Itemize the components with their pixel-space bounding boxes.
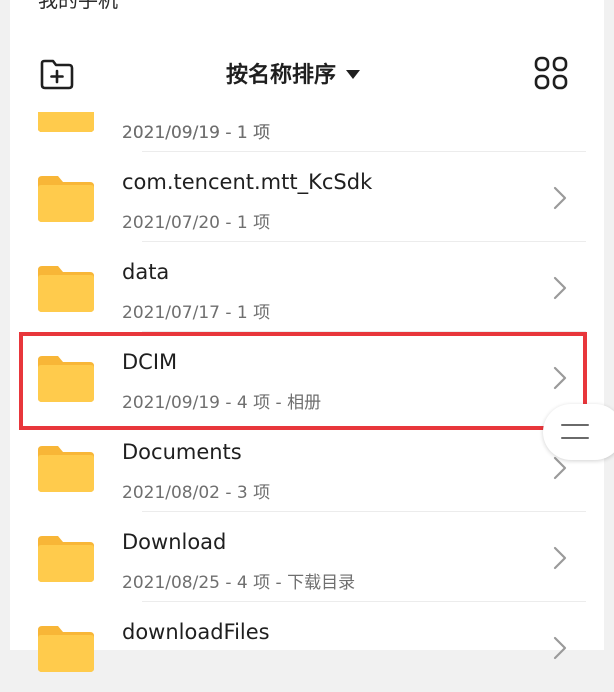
folder-meta: 2021/09/19 - 1 项 <box>122 123 271 143</box>
folder-row-download[interactable]: Download 2021/08/25 - 4 项 - 下载目录 <box>20 512 600 602</box>
folder-icon <box>38 176 94 222</box>
folder-name: DCIM <box>122 350 178 374</box>
chevron-right-icon <box>553 636 567 660</box>
scroll-handle-line <box>561 437 589 439</box>
caret-down-icon <box>346 69 361 79</box>
folder-row-downloadfiles[interactable]: downloadFiles <box>20 602 600 692</box>
folder-icon <box>38 112 94 132</box>
folder-icon <box>38 446 94 492</box>
first-row-visible-part[interactable]: 2021/09/19 - 1 项 <box>0 112 614 152</box>
grid-view-icon <box>534 56 568 90</box>
folder-row-com-tencent-mtt-kcsdk[interactable]: com.tencent.mtt_KcSdk 2021/07/20 - 1 项 <box>20 152 600 242</box>
folder-icon <box>38 266 94 312</box>
folder-meta: 2021/07/20 - 1 项 <box>122 213 271 233</box>
folder-meta: 2021/07/17 - 1 项 <box>122 303 271 323</box>
folder-icon <box>38 626 94 672</box>
row-divider <box>142 151 586 152</box>
folder-name: Download <box>122 530 227 554</box>
chevron-right-icon <box>553 456 567 480</box>
sort-button[interactable]: 按名称排序 <box>226 50 361 96</box>
view-toggle-button[interactable] <box>532 54 570 92</box>
folder-row[interactable]: 2021/09/19 - 1 项 <box>20 112 600 152</box>
folder-meta: 2021/08/25 - 4 项 - 下载目录 <box>122 573 356 593</box>
chevron-right-icon <box>553 366 567 390</box>
folder-meta: 2021/08/02 - 3 项 <box>122 483 271 503</box>
fast-scroll-handle[interactable] <box>543 404 614 460</box>
folder-name: data <box>122 260 170 284</box>
new-folder-button[interactable] <box>38 54 76 92</box>
scroll-handle-line <box>561 424 589 426</box>
folder-icon <box>38 356 94 402</box>
page-title-overlay: 我的手机 <box>38 0 118 12</box>
folder-meta: 2021/09/19 - 4 项 - 相册 <box>122 393 322 413</box>
folder-row-dcim[interactable]: DCIM 2021/09/19 - 4 项 - 相册 <box>20 332 600 422</box>
folder-name: Documents <box>122 440 242 464</box>
folder-row-documents[interactable]: Documents 2021/08/02 - 3 项 <box>20 422 600 512</box>
folder-name: downloadFiles <box>122 620 270 644</box>
toolbar-overlay: 按名称排序 <box>0 50 614 96</box>
new-folder-icon <box>40 59 74 90</box>
folder-row-data[interactable]: data 2021/07/17 - 1 项 <box>20 242 600 332</box>
folder-icon <box>38 536 94 582</box>
chevron-right-icon <box>553 276 567 300</box>
sort-label-text: 按名称排序 <box>226 63 337 88</box>
folder-name: com.tencent.mtt_KcSdk <box>122 170 373 194</box>
chevron-right-icon <box>553 186 567 210</box>
chevron-right-icon <box>553 546 567 570</box>
